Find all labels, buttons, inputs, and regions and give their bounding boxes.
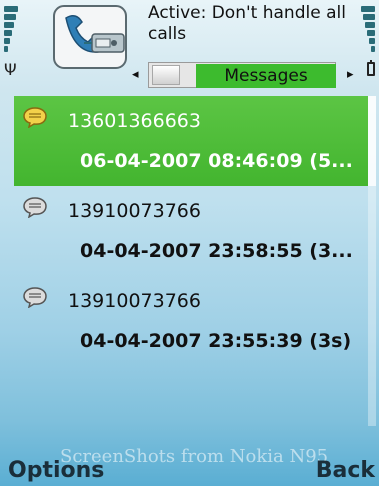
phone-screen: Ψ Active: Don't handle all calls ◂ Messa… [0, 0, 379, 486]
list-item[interactable]: 13910073766 04-04-2007 23:55:39 (3s) [14, 276, 368, 366]
message-datetime: 06-04-2007 08:46:09 (5... [80, 150, 353, 172]
speech-bubble-icon [23, 197, 47, 218]
tab-right-arrow-icon[interactable]: ▸ [347, 67, 354, 82]
message-number: 13910073766 [68, 200, 201, 222]
tab-left-arrow-icon[interactable]: ◂ [132, 67, 139, 82]
status-pane: Ψ Active: Don't handle all calls ◂ Messa… [0, 0, 379, 88]
scrollbar-thumb[interactable] [368, 96, 376, 186]
message-datetime: 04-04-2007 23:58:55 (3... [80, 240, 353, 262]
message-number: 13601366663 [68, 110, 201, 132]
list-item[interactable]: 13601366663 06-04-2007 08:46:09 (5... [14, 96, 368, 186]
antenna-icon: Ψ [4, 60, 17, 79]
softkey-bar: Options Back [0, 452, 379, 486]
signal-strength-icon [4, 6, 18, 56]
options-softkey[interactable]: Options [8, 458, 104, 483]
message-number: 13910073766 [68, 290, 201, 312]
back-softkey[interactable]: Back [316, 458, 375, 483]
tab-inactive[interactable] [152, 65, 180, 85]
speech-bubble-icon [23, 287, 47, 308]
active-profile-text: Active: Don't handle all calls [148, 3, 346, 44]
message-datetime: 04-04-2007 23:55:39 (3s) [80, 330, 352, 352]
call-divert-icon [53, 5, 127, 69]
tab-messages[interactable]: Messages [196, 64, 336, 88]
battery-icon [367, 60, 375, 76]
speech-bubble-icon [23, 107, 47, 128]
battery-level-icon [361, 6, 375, 56]
list-item[interactable]: 13910073766 04-04-2007 23:58:55 (3... [14, 186, 368, 276]
